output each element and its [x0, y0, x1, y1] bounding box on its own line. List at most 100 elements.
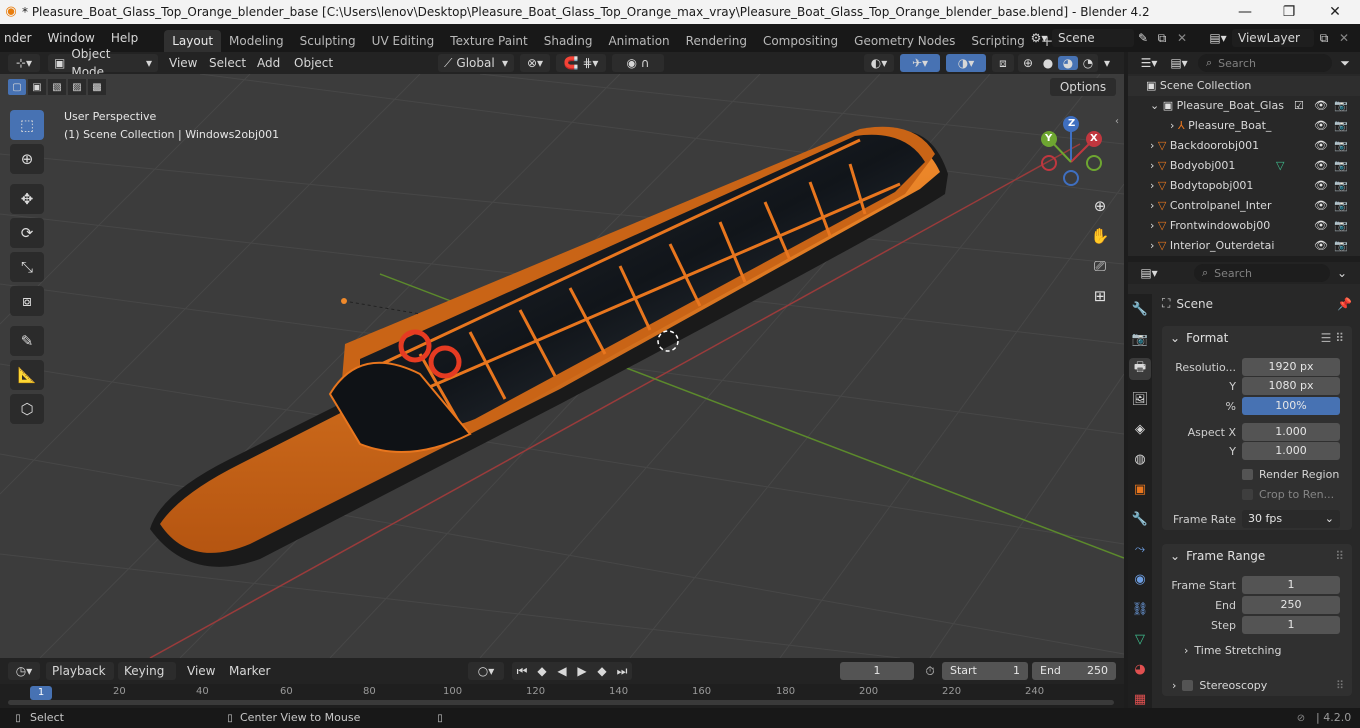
- menu-view[interactable]: View: [162, 54, 204, 72]
- outliner-row[interactable]: › ▽ Bodytopobj001 👁 📷: [1128, 176, 1360, 196]
- tab-geometry-nodes[interactable]: Geometry Nodes: [846, 30, 963, 52]
- eye-icon[interactable]: 👁: [1314, 236, 1328, 256]
- camera-icon[interactable]: 📷: [1334, 176, 1348, 196]
- proportional-edit-icon[interactable]: ◉ ∩: [612, 54, 664, 72]
- drag-handle-icon[interactable]: ⠿: [1336, 679, 1344, 692]
- outliner-row-scene-collection[interactable]: ▣ Scene Collection: [1128, 76, 1360, 96]
- outliner-search[interactable]: ⌕ Search: [1198, 54, 1332, 72]
- view-layer-tab-icon[interactable]: 🖼: [1129, 388, 1151, 410]
- pin-icon[interactable]: 📌: [1337, 297, 1352, 311]
- scale-icon[interactable]: ⤡: [10, 252, 44, 282]
- close-button[interactable]: ✕: [1312, 0, 1358, 24]
- tab-layout[interactable]: Layout: [164, 30, 222, 52]
- timeline-scrollbar[interactable]: [8, 700, 1114, 705]
- rendered-shading-icon[interactable]: ◔: [1078, 56, 1098, 70]
- select-box-icon[interactable]: ⬚: [10, 110, 44, 140]
- outliner-row[interactable]: › ▽ Interior_Outerdetai 👁 📷: [1128, 236, 1360, 256]
- tab-sculpting[interactable]: Sculpting: [292, 30, 364, 52]
- crop-checkbox[interactable]: [1242, 489, 1253, 500]
- overlay-toggle-icon[interactable]: ◑▾: [946, 54, 986, 72]
- menu-marker[interactable]: Marker: [222, 662, 277, 680]
- time-stretching-subpanel[interactable]: › Time Stretching: [1184, 644, 1282, 657]
- select-new-icon[interactable]: ▢: [8, 79, 26, 95]
- camera-icon[interactable]: 📷: [1334, 96, 1348, 116]
- visibility-icon[interactable]: ◐▾: [864, 54, 894, 72]
- frame-rate-select[interactable]: 30 fps ⌄: [1242, 510, 1340, 528]
- light-object[interactable]: [341, 298, 347, 304]
- menu-playback[interactable]: Playback ▾: [46, 662, 114, 696]
- select-extend-icon[interactable]: ▣: [28, 79, 46, 95]
- shading-options-icon[interactable]: ▾: [1100, 54, 1114, 72]
- move-icon[interactable]: ✥: [10, 184, 44, 214]
- material-tab-icon[interactable]: ◕: [1129, 658, 1151, 680]
- display-mode-icon[interactable]: ▤▾: [1164, 56, 1194, 70]
- solid-shading-icon[interactable]: ●: [1038, 56, 1058, 70]
- material-shading-icon[interactable]: ◕: [1058, 56, 1078, 70]
- timeline[interactable]: 1 20 40 60 80 100 120 140 160 180 200 22…: [0, 684, 1124, 708]
- properties-search[interactable]: ⌕ Search: [1194, 264, 1330, 282]
- 3d-viewport[interactable]: Z X Y ▢ ▣ ▧ ▨ ▩ User Perspective (1) Sce…: [0, 74, 1124, 658]
- delete-view-layer-icon[interactable]: ✕: [1334, 31, 1354, 45]
- tab-modeling[interactable]: Modeling: [221, 30, 292, 52]
- physics-tab-icon[interactable]: ◉: [1129, 568, 1151, 590]
- stereoscopy-panel[interactable]: › Stereoscopy ⠿: [1162, 674, 1352, 696]
- eye-icon[interactable]: 👁: [1314, 196, 1328, 216]
- play-reverse-icon[interactable]: ◀: [552, 664, 572, 678]
- scene-tab-icon[interactable]: ◈: [1129, 418, 1151, 440]
- pin-icon[interactable]: ✎: [1134, 31, 1152, 45]
- minimize-button[interactable]: —: [1222, 0, 1268, 24]
- tab-scripting[interactable]: Scripting: [963, 30, 1032, 52]
- tab-uv-editing[interactable]: UV Editing: [364, 30, 443, 52]
- frame-start-field[interactable]: 1: [1242, 576, 1340, 594]
- delete-scene-icon[interactable]: ✕: [1172, 31, 1192, 45]
- aspect-y-field[interactable]: 1.000: [1242, 442, 1340, 460]
- tool-tab-icon[interactable]: 🔧: [1129, 298, 1151, 320]
- jump-start-icon[interactable]: ⏮: [512, 664, 532, 679]
- chevron-down-icon[interactable]: ⌄: [1330, 266, 1354, 280]
- format-panel-header[interactable]: ⌄ Format ☰ ⠿: [1162, 326, 1352, 350]
- menu-file[interactable]: nder: [0, 24, 40, 52]
- eye-icon[interactable]: 👁: [1314, 216, 1328, 236]
- new-scene-icon[interactable]: ⧉: [1152, 31, 1172, 46]
- measure-icon[interactable]: 📐: [10, 360, 44, 390]
- mode-selector[interactable]: ▣ Object Mode ▾: [48, 47, 158, 79]
- select-invert-icon[interactable]: ▨: [68, 79, 86, 95]
- outliner-row[interactable]: › ▽ Backdoorobj001 👁 📷: [1128, 136, 1360, 156]
- outliner-row[interactable]: › ▽ Frontwindowobj00 👁 📷: [1128, 216, 1360, 236]
- eye-icon[interactable]: 👁: [1314, 156, 1328, 176]
- end-frame-field[interactable]: End 250: [1032, 662, 1116, 680]
- resolution-percent-field[interactable]: 100%: [1242, 397, 1340, 415]
- texture-tab-icon[interactable]: ▦: [1129, 688, 1151, 710]
- orientation-selector[interactable]: ⟋ Global ▾: [438, 54, 514, 72]
- camera-icon[interactable]: 📷: [1334, 136, 1348, 156]
- menu-keying[interactable]: Keying ▾: [118, 662, 176, 696]
- menu-add[interactable]: Add: [250, 54, 287, 72]
- frame-step-field[interactable]: 1: [1242, 616, 1340, 634]
- current-frame-field[interactable]: 1: [840, 662, 914, 680]
- camera-icon[interactable]: 📷: [1334, 196, 1348, 216]
- outliner-row[interactable]: ⌄ ▣ Pleasure_Boat_Glas ☑ 👁 📷: [1128, 96, 1360, 116]
- stopwatch-icon[interactable]: ⏱: [920, 662, 940, 680]
- menu-object[interactable]: Object: [287, 54, 340, 72]
- new-view-layer-icon[interactable]: ⧉: [1314, 31, 1334, 46]
- timeline-menu-view[interactable]: View: [180, 662, 222, 680]
- aspect-x-field[interactable]: 1.000: [1242, 423, 1340, 441]
- camera-view-icon[interactable]: ⎚: [1086, 252, 1114, 280]
- tab-rendering[interactable]: Rendering: [678, 30, 755, 52]
- auto-key-icon[interactable]: ○▾: [468, 662, 504, 680]
- crop-row[interactable]: Crop to Ren...: [1242, 488, 1334, 501]
- select-intersect-icon[interactable]: ▩: [88, 79, 106, 95]
- object-tab-icon[interactable]: ▣: [1129, 478, 1151, 500]
- menu-select[interactable]: Select: [202, 54, 253, 72]
- transform-icon[interactable]: ⧇: [10, 286, 44, 316]
- drag-handle-icon[interactable]: ⠿: [1335, 544, 1344, 568]
- camera-icon[interactable]: 📷: [1334, 216, 1348, 236]
- scene-selector[interactable]: Scene: [1052, 29, 1134, 47]
- start-frame-field[interactable]: Start 1: [942, 662, 1028, 680]
- rotate-icon[interactable]: ⟳: [10, 218, 44, 248]
- render-region-row[interactable]: Render Region: [1242, 468, 1339, 481]
- filter-icon[interactable]: ⏷: [1332, 56, 1358, 71]
- cursor-icon[interactable]: ⊕: [10, 144, 44, 174]
- render-tab-icon[interactable]: 📷: [1129, 328, 1151, 350]
- eye-icon[interactable]: 👁: [1314, 116, 1328, 136]
